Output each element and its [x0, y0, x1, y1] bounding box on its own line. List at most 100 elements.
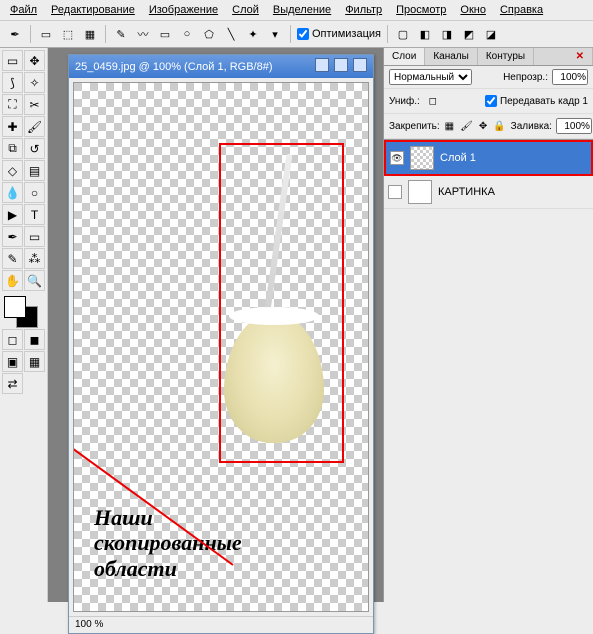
zoom-level[interactable]: 100 %	[75, 619, 103, 630]
unif-label: Униф.:	[389, 96, 420, 107]
menu-layer[interactable]: Слой	[226, 2, 265, 18]
blend-mode-select[interactable]: Нормальный	[389, 69, 472, 85]
separator	[30, 25, 31, 43]
opacity-label: Непрозр.:	[503, 72, 548, 83]
menu-edit[interactable]: Редактирование	[45, 2, 141, 18]
move-tool[interactable]: ✥	[24, 50, 45, 71]
layer-item[interactable]: КАРТИНКА	[384, 176, 593, 209]
menu-file[interactable]: Файл	[4, 2, 43, 18]
freeform-pen-icon[interactable]: 〰	[134, 25, 152, 43]
shape-layers-icon[interactable]: ▭	[37, 25, 55, 43]
fill-input[interactable]	[556, 118, 592, 134]
lock-all-icon[interactable]: 🔒	[492, 117, 506, 135]
optimize-checkbox[interactable]: Оптимизация	[297, 28, 381, 40]
heal-tool[interactable]: ✚	[2, 116, 23, 137]
optimize-check-input[interactable]	[297, 28, 309, 40]
zoom-tool[interactable]: 🔍	[24, 270, 45, 291]
slice-tool[interactable]: ✂	[24, 94, 45, 115]
layer-name: Слой 1	[440, 152, 476, 164]
eyedropper-tool[interactable]: ⁂	[24, 248, 45, 269]
gradient-tool[interactable]: ▤	[24, 160, 45, 181]
main-area: ▭ ✥ ⟆ ✧ ⛶ ✂ ✚ 🖌 ⧉ ↺ ◇ ▤ 💧 ○ ▶ T ✒ ▭ ✎ ⁂ …	[0, 48, 593, 602]
type-tool[interactable]: T	[24, 204, 45, 225]
wand-tool[interactable]: ✧	[24, 72, 45, 93]
pass-frame-check[interactable]: Передавать кадр 1	[485, 93, 588, 109]
brush-tool[interactable]: 🖌	[24, 116, 45, 137]
path-op-2-icon[interactable]: ◧	[416, 25, 434, 43]
lock-transparency-icon[interactable]: ▦	[444, 117, 455, 135]
canvas-area: 25_0459.jpg @ 100% (Слой 1, RGB/8#) Наши…	[48, 48, 383, 602]
lock-label: Закрепить:	[389, 121, 440, 132]
tab-channels[interactable]: Каналы	[425, 48, 478, 65]
path-op-3-icon[interactable]: ◨	[438, 25, 456, 43]
hand-tool[interactable]: ✋	[2, 270, 23, 291]
title-bar[interactable]: 25_0459.jpg @ 100% (Слой 1, RGB/8#)	[69, 55, 373, 78]
pen-tool-icon[interactable]: ✎	[112, 25, 130, 43]
menu-view[interactable]: Просмотр	[390, 2, 452, 18]
visibility-icon[interactable]: 👁	[390, 151, 404, 165]
menu-image[interactable]: Изображение	[143, 2, 224, 18]
lock-position-icon[interactable]: ✥	[478, 117, 488, 135]
pass-frame-input[interactable]	[485, 93, 497, 109]
canvas[interactable]: Наши скопированные области	[73, 82, 369, 612]
ellipse-icon[interactable]: ○	[178, 25, 196, 43]
tab-paths[interactable]: Контуры	[478, 48, 534, 65]
menu-select[interactable]: Выделение	[267, 2, 337, 18]
color-swatch[interactable]	[2, 296, 45, 328]
line-icon[interactable]: ╲	[222, 25, 240, 43]
menu-window[interactable]: Окно	[454, 2, 492, 18]
shape-tool[interactable]: ▭	[24, 226, 45, 247]
blend-row: Нормальный Непрозр.:	[384, 66, 593, 89]
screenmode-2[interactable]: ▦	[24, 351, 45, 372]
stamp-tool[interactable]: ⧉	[2, 138, 23, 159]
quickmask2-tool[interactable]: ◼	[24, 329, 45, 350]
marquee-tool[interactable]: ▭	[2, 50, 23, 71]
lock-image-icon[interactable]: 🖌	[459, 117, 474, 135]
rect-icon[interactable]: ▭	[156, 25, 174, 43]
path-op-1-icon[interactable]: ▢	[394, 25, 412, 43]
fg-color[interactable]	[4, 296, 26, 318]
path-op-5-icon[interactable]: ◪	[482, 25, 500, 43]
layers-list: 👁 Слой 1 КАРТИНКА	[384, 139, 593, 209]
lasso-tool[interactable]: ⟆	[2, 72, 23, 93]
panels: Слои Каналы Контуры ✕ Нормальный Непрозр…	[383, 48, 593, 602]
toolbox: ▭ ✥ ⟆ ✧ ⛶ ✂ ✚ 🖌 ⧉ ↺ ◇ ▤ 💧 ○ ▶ T ✒ ▭ ✎ ⁂ …	[0, 48, 48, 602]
dodge-tool[interactable]: ○	[24, 182, 45, 203]
layer-thumbnail[interactable]	[410, 146, 434, 170]
custom-shape-icon[interactable]: ✦	[244, 25, 262, 43]
blur-tool[interactable]: 💧	[2, 182, 23, 203]
separator	[290, 25, 291, 43]
path-op-4-icon[interactable]: ◩	[460, 25, 478, 43]
jump-to-iready[interactable]: ⇄	[2, 373, 23, 394]
visibility-icon[interactable]	[388, 185, 402, 199]
optimize-label: Оптимизация	[312, 28, 381, 40]
layer-item[interactable]: 👁 Слой 1	[384, 140, 593, 176]
dropdown-icon[interactable]: ▾	[266, 25, 284, 43]
minimize-button[interactable]	[315, 58, 329, 72]
tab-layers[interactable]: Слои	[384, 48, 425, 65]
history-brush-tool[interactable]: ↺	[24, 138, 45, 159]
layer-name: КАРТИНКА	[438, 186, 495, 198]
panel-close-icon[interactable]: ✕	[568, 48, 593, 65]
pen-icon[interactable]: ✒	[6, 25, 24, 43]
layer-thumbnail[interactable]	[408, 180, 432, 204]
menu-help[interactable]: Справка	[494, 2, 549, 18]
crop-tool[interactable]: ⛶	[2, 94, 23, 115]
doc-title: 25_0459.jpg @ 100% (Слой 1, RGB/8#)	[75, 61, 273, 73]
polygon-icon[interactable]: ⬠	[200, 25, 218, 43]
unif-icon[interactable]: ◻	[424, 92, 442, 110]
pen-tool[interactable]: ✒	[2, 226, 23, 247]
notes-tool[interactable]: ✎	[2, 248, 23, 269]
paths-icon[interactable]: ⬚	[59, 25, 77, 43]
path-select-tool[interactable]: ▶	[2, 204, 23, 225]
window-buttons	[313, 58, 367, 75]
menu-filter[interactable]: Фильтр	[339, 2, 388, 18]
close-button[interactable]	[353, 58, 367, 72]
opacity-input[interactable]	[552, 69, 588, 85]
maximize-button[interactable]	[334, 58, 348, 72]
eraser-tool[interactable]: ◇	[2, 160, 23, 181]
screenmode-1[interactable]: ▣	[2, 351, 23, 372]
fill-label: Заливка:	[511, 121, 552, 132]
fill-pixels-icon[interactable]: ▦	[81, 25, 99, 43]
quickmask-tool[interactable]: ◻	[2, 329, 23, 350]
